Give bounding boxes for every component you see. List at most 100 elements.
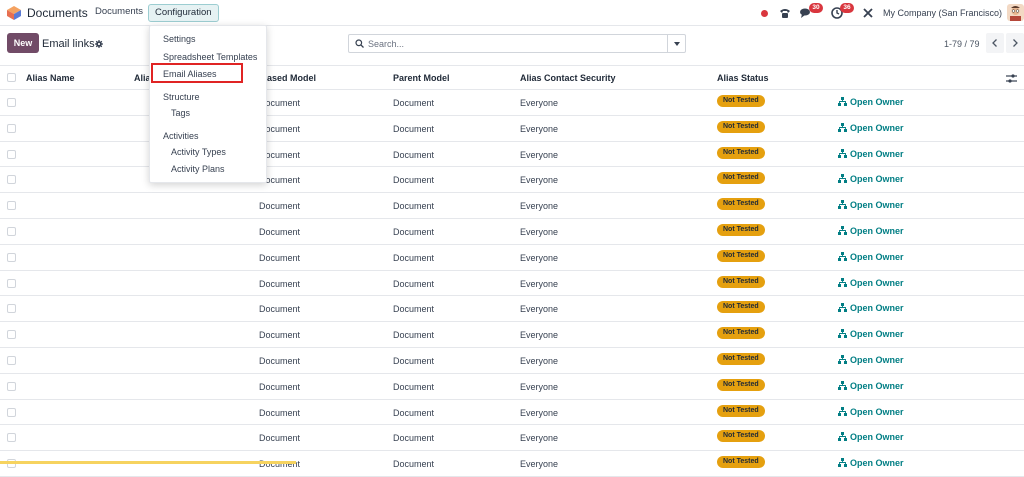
pager-next-button[interactable] — [1006, 33, 1024, 53]
row-checkbox[interactable] — [7, 407, 16, 417]
header-alias-status[interactable]: Alias Status — [717, 73, 769, 83]
open-owner-label: Open Owner — [850, 432, 904, 443]
table-row[interactable]: Document Document Everyone Not Tested Open O… — [0, 296, 1024, 323]
menu-documents[interactable]: Documents — [95, 6, 143, 17]
select-all-checkbox[interactable] — [7, 73, 16, 82]
pager-previous-button[interactable] — [986, 33, 1004, 53]
search-input[interactable] — [368, 36, 663, 51]
app-logo-icon[interactable] — [6, 5, 22, 21]
tools-icon[interactable] — [861, 6, 875, 20]
row-checkbox[interactable] — [7, 98, 16, 107]
sitemap-icon — [838, 458, 847, 468]
open-owner-label: Open Owner — [850, 380, 904, 391]
gear-icon[interactable] — [95, 40, 103, 48]
sitemap-icon — [838, 226, 847, 235]
open-owner-label: Open Owner — [850, 148, 904, 159]
table-row[interactable]: Document Document Everyone Not Tested Open O… — [0, 425, 1024, 452]
cell-contact-security: Everyone — [520, 381, 559, 392]
table-row[interactable]: Document Document Everyone Not Tested Open O… — [0, 374, 1024, 400]
cell-contact-security: Everyone — [520, 175, 559, 186]
open-owner-label: Open Owner — [850, 97, 904, 107]
menu-configuration[interactable]: Configuration — [148, 4, 219, 22]
open-owner-button[interactable]: Open Owner — [838, 277, 904, 288]
open-owner-button[interactable]: Open Owner — [838, 380, 904, 391]
cell-contact-security: Everyone — [520, 149, 559, 160]
sitemap-icon — [838, 200, 847, 210]
menu-item-activity-plans[interactable]: Activity Plans — [171, 164, 225, 174]
new-button[interactable]: New — [7, 33, 39, 53]
open-owner-button[interactable]: Open Owner — [838, 329, 904, 339]
row-checkbox[interactable] — [7, 381, 16, 391]
page-title: Email links — [42, 38, 95, 50]
cell-aliased-model: Document — [259, 252, 301, 263]
open-owner-button[interactable]: Open Owner — [838, 406, 904, 417]
header-contact-security[interactable]: Alias Contact Security — [520, 73, 616, 83]
open-owner-button[interactable]: Open Owner — [838, 122, 904, 133]
cell-aliased-model: Document — [259, 227, 301, 237]
open-owner-label: Open Owner — [850, 406, 904, 417]
table-row[interactable]: Document Document Everyone Not Tested Open O… — [0, 348, 1024, 374]
cell-parent-model: Document — [393, 278, 435, 289]
row-checkbox[interactable] — [7, 227, 16, 236]
table-row[interactable]: Document Document Everyone Not Tested Open O… — [0, 193, 1024, 219]
open-owner-button[interactable]: Open Owner — [838, 251, 904, 262]
menu-item-settings[interactable]: Settings — [163, 34, 196, 44]
table-row[interactable]: Document Document Everyone Not Tested Open O… — [0, 245, 1024, 271]
row-checkbox[interactable] — [7, 356, 16, 365]
status-badge: Not Tested — [717, 249, 765, 262]
cell-contact-security: Everyone — [520, 252, 559, 263]
search-options-toggle[interactable] — [667, 34, 686, 53]
row-checkbox[interactable] — [7, 123, 16, 133]
open-owner-button[interactable]: Open Owner — [838, 200, 904, 210]
cell-parent-model: Document — [393, 98, 435, 108]
status-dot-icon[interactable] — [761, 10, 768, 17]
row-checkbox[interactable] — [7, 278, 16, 288]
avatar[interactable] — [1007, 4, 1024, 21]
row-checkbox[interactable] — [7, 175, 16, 185]
search-icon — [355, 39, 364, 48]
open-owner-button[interactable]: Open Owner — [838, 148, 904, 159]
row-checkbox[interactable] — [7, 149, 16, 159]
table-row[interactable]: Document Document Everyone Not Tested Open O… — [0, 322, 1024, 348]
company-switcher[interactable]: My Company (San Francisco) — [883, 8, 1002, 18]
row-checkbox[interactable] — [7, 304, 16, 314]
top-navbar: Documents Documents Configuration 30 36 … — [0, 0, 1024, 26]
header-aliased-model[interactable]: liased Model — [262, 73, 316, 83]
cell-parent-model: Document — [393, 201, 435, 212]
phone-icon[interactable] — [778, 6, 792, 20]
cell-parent-model: Document — [393, 407, 435, 418]
pager-value[interactable]: 1-79 / 79 — [944, 39, 980, 49]
sitemap-icon — [838, 148, 847, 158]
row-checkbox[interactable] — [7, 252, 16, 262]
open-owner-label: Open Owner — [850, 251, 904, 262]
open-owner-button[interactable]: Open Owner — [838, 432, 904, 442]
chevron-left-icon — [992, 39, 997, 47]
menu-item-tags[interactable]: Tags — [171, 108, 190, 118]
table-row[interactable]: Document Document Everyone Not Tested Open O… — [0, 400, 1024, 426]
open-owner-button[interactable]: Open Owner — [838, 97, 904, 107]
open-owner-button[interactable]: Open Owner — [838, 226, 904, 236]
sitemap-icon — [838, 174, 847, 184]
row-checkbox[interactable] — [7, 201, 16, 211]
open-owner-button[interactable]: Open Owner — [838, 303, 904, 313]
cell-contact-security: Everyone — [520, 201, 559, 212]
table-row[interactable]: Document Document Everyone Not Tested Open O… — [0, 451, 1024, 477]
optional-columns-icon[interactable] — [1006, 73, 1017, 84]
cell-aliased-model: Document — [259, 278, 301, 289]
cell-parent-model: Document — [393, 123, 435, 134]
header-parent-model[interactable]: Parent Model — [393, 73, 450, 83]
table-row[interactable]: Document Document Everyone Not Tested Open O… — [0, 219, 1024, 245]
header-alias-name[interactable]: Alias Name — [26, 73, 75, 83]
cell-contact-security: Everyone — [520, 407, 559, 418]
menu-item-activity-types[interactable]: Activity Types — [171, 147, 226, 157]
cell-contact-security: Everyone — [520, 459, 559, 470]
row-checkbox[interactable] — [7, 433, 16, 443]
open-owner-button[interactable]: Open Owner — [838, 355, 904, 365]
open-owner-label: Open Owner — [850, 200, 904, 211]
table-row[interactable]: Document Document Everyone Not Tested Open O… — [0, 271, 1024, 297]
app-name[interactable]: Documents — [27, 6, 88, 20]
menu-item-spreadsheet-templates[interactable]: Spreadsheet Templates — [163, 52, 257, 62]
row-checkbox[interactable] — [7, 330, 16, 340]
open-owner-button[interactable]: Open Owner — [838, 458, 904, 468]
open-owner-button[interactable]: Open Owner — [838, 174, 904, 184]
